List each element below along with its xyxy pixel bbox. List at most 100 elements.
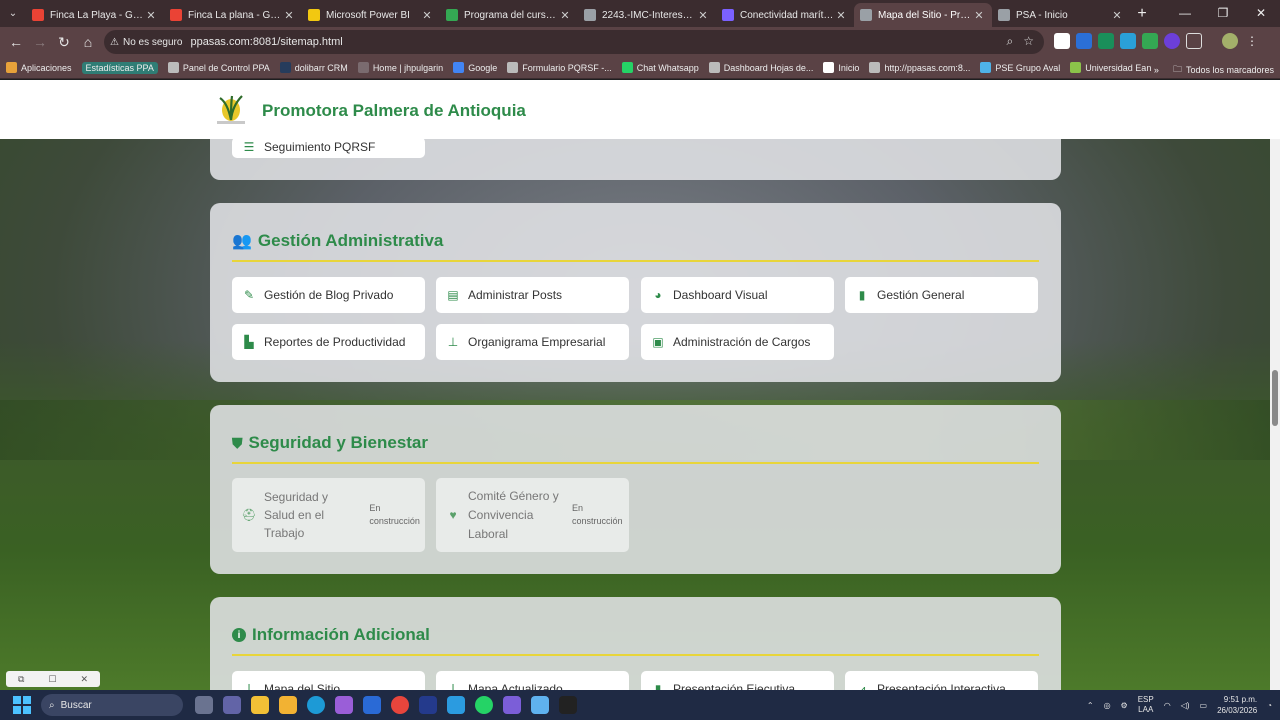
teams-icon[interactable]: [223, 696, 241, 714]
card-organigrama[interactable]: ⊥ Organigrama Empresarial: [436, 324, 629, 360]
bookmark-item[interactable]: Estadísticas PPA: [81, 61, 158, 74]
card-mapa-actualizado[interactable]: ❘ Mapa Actualizado: [436, 671, 629, 690]
clock[interactable]: 9:51 p.m. 26/03/2026: [1217, 694, 1257, 716]
reload-icon[interactable]: ↻: [52, 34, 76, 51]
network-icon[interactable]: ◎: [1104, 701, 1111, 710]
outlook-icon[interactable]: [419, 696, 437, 714]
close-tab-icon[interactable]: ✕: [282, 9, 296, 22]
menu-dots-icon[interactable]: ⋮: [1244, 33, 1260, 49]
mail-icon[interactable]: [363, 696, 381, 714]
bookmark-item[interactable]: Inicio: [823, 62, 859, 73]
puzzle-icon[interactable]: [1186, 33, 1202, 49]
bookmark-item[interactable]: Google: [453, 62, 497, 73]
bookmark-item[interactable]: dolibarr CRM: [279, 62, 348, 73]
close-tab-icon[interactable]: ✕: [834, 9, 848, 22]
security-indicator[interactable]: ⚠ No es seguro: [110, 37, 190, 48]
card-gestion-general[interactable]: ▮ Gestión General: [845, 277, 1038, 313]
card-presentacion-ejecutiva[interactable]: ▮ Presentación Ejecutiva: [641, 671, 834, 690]
profile-avatar[interactable]: [1222, 33, 1238, 49]
card-blog-privado[interactable]: ✎ Gestión de Blog Privado: [232, 277, 425, 313]
volume-icon[interactable]: ◁): [1181, 701, 1190, 710]
close-window-icon[interactable]: ✕: [1242, 0, 1280, 27]
page-scrollbar[interactable]: [1270, 80, 1280, 690]
close-tab-icon[interactable]: ✕: [144, 9, 158, 22]
close-icon[interactable]: ✕: [80, 674, 88, 685]
bookmark-item[interactable]: Formulario PQRSF -...: [507, 62, 612, 73]
bookmark-item[interactable]: Chat Whatsapp: [621, 62, 699, 73]
taskbar-search[interactable]: ⌕ Buscar: [41, 694, 183, 716]
browser-tab[interactable]: 2243.-IMC-Intereses-Mant✕: [578, 3, 716, 27]
card-administracion-cargos[interactable]: ▣ Administración de Cargos: [641, 324, 834, 360]
extension-icon[interactable]: [1076, 33, 1092, 49]
bookmark-item[interactable]: PSE Grupo Aval: [980, 62, 1060, 73]
windows-start-icon[interactable]: [13, 696, 31, 714]
scrollbar-thumb[interactable]: [1272, 370, 1278, 426]
file-explorer-icon[interactable]: [251, 696, 269, 714]
browser-tab[interactable]: Finca La plana - Google M✕: [164, 3, 302, 27]
copilot-icon[interactable]: [335, 696, 353, 714]
card-comite-genero[interactable]: ♥ Comité Género y Convivencia Laboral En…: [436, 478, 629, 552]
close-tab-icon[interactable]: ✕: [558, 9, 572, 22]
new-tab-button[interactable]: +: [1130, 5, 1154, 23]
notification-icon[interactable]: ◔: [1267, 701, 1272, 710]
bookmark-item[interactable]: Panel de Control PPA: [167, 62, 270, 73]
omnibox[interactable]: ⚠ No es seguro ppasas.com:8081/sitemap.h…: [104, 30, 1044, 54]
task-view-icon[interactable]: [195, 696, 213, 714]
all-bookmarks[interactable]: 🗀 Todos los marcadores: [1173, 62, 1274, 78]
wifi-icon[interactable]: ◠: [1164, 701, 1171, 710]
browser-tab[interactable]: Programa del curso para l✕: [440, 3, 578, 27]
teams-chat-icon[interactable]: [503, 696, 521, 714]
home-icon[interactable]: ⌂: [76, 34, 100, 50]
minimize-icon[interactable]: —: [1166, 0, 1204, 27]
bookmark-item[interactable]: Aplicaciones: [6, 62, 72, 73]
bookmark-item[interactable]: Universidad Ean: [1070, 62, 1151, 73]
bookmark-item[interactable]: http://ppasas.com:8...: [869, 62, 970, 73]
browser-tab[interactable]: Microsoft Power BI ✕: [302, 3, 440, 27]
settings-icon[interactable]: ⚙: [1121, 701, 1128, 710]
extension-icon[interactable]: [1120, 33, 1136, 49]
card-seguridad-salud[interactable]: ⛑ Seguridad y Salud en el Trabajo En con…: [232, 478, 425, 552]
tab-search-icon[interactable]: ⌄: [0, 0, 26, 27]
restore-icon[interactable]: ❐: [1204, 0, 1242, 27]
close-tab-icon[interactable]: ✕: [420, 9, 434, 22]
chevron-up-icon[interactable]: ⌃: [1087, 701, 1094, 710]
bookmark-item[interactable]: Home | jhpulgarin: [357, 62, 443, 73]
forward-icon[interactable]: →: [28, 34, 52, 50]
card-mapa-sitio[interactable]: ❘ Mapa del Sitio: [232, 671, 425, 690]
card-seguimiento-pqrsf[interactable]: ☰ Seguimiento PQRSF: [232, 137, 425, 158]
extension-icon[interactable]: [1054, 33, 1070, 49]
card-dashboard-visual[interactable]: ◕ Dashboard Visual: [641, 277, 834, 313]
card-reportes-productividad[interactable]: ▙ Reportes de Productividad: [232, 324, 425, 360]
chrome-icon[interactable]: [391, 696, 409, 714]
close-tab-icon[interactable]: ✕: [696, 9, 710, 22]
whatsapp-icon[interactable]: [475, 696, 493, 714]
language-indicator[interactable]: ESP LAA: [1138, 695, 1154, 715]
browser-tab[interactable]: Mapa del Sitio - Promoto✕: [854, 3, 992, 27]
extension-icon[interactable]: [1142, 33, 1158, 49]
zoom-icon[interactable]: ⌕: [1007, 34, 1014, 49]
bookmark-star-icon[interactable]: ☆: [1023, 34, 1034, 49]
chat-icon[interactable]: [447, 696, 465, 714]
more-bookmarks-icon[interactable]: »: [1154, 65, 1159, 75]
back-icon[interactable]: ←: [4, 34, 28, 50]
notepad-icon[interactable]: [531, 696, 549, 714]
url-text[interactable]: ppasas.com:8081/sitemap.html: [190, 36, 342, 48]
browser-tab[interactable]: Finca La Playa - Google M✕: [26, 3, 164, 27]
browser-tab[interactable]: Conectividad marítima en✕: [716, 3, 854, 27]
bookmark-item[interactable]: Dashboard Hojas de...: [708, 62, 813, 73]
close-tab-icon[interactable]: ✕: [972, 9, 986, 22]
close-tab-icon[interactable]: ✕: [1110, 9, 1124, 22]
app-icon[interactable]: [559, 696, 577, 714]
palm-logo-icon[interactable]: [214, 92, 248, 126]
edge-icon[interactable]: [307, 696, 325, 714]
extension-icon[interactable]: [1164, 33, 1180, 49]
store-icon[interactable]: [279, 696, 297, 714]
battery-icon[interactable]: ▭: [1200, 701, 1208, 710]
maximize-icon[interactable]: ☐: [48, 674, 56, 685]
copy-icon[interactable]: ⧉: [18, 674, 24, 685]
site-title[interactable]: Promotora Palmera de Antioquia: [262, 101, 526, 121]
card-administrar-posts[interactable]: ▤ Administrar Posts: [436, 277, 629, 313]
browser-tab[interactable]: PSA - Inicio ✕: [992, 3, 1130, 27]
card-presentacion-interactiva[interactable]: ⩘ Presentación Interactiva: [845, 671, 1038, 690]
extension-icon[interactable]: [1098, 33, 1114, 49]
